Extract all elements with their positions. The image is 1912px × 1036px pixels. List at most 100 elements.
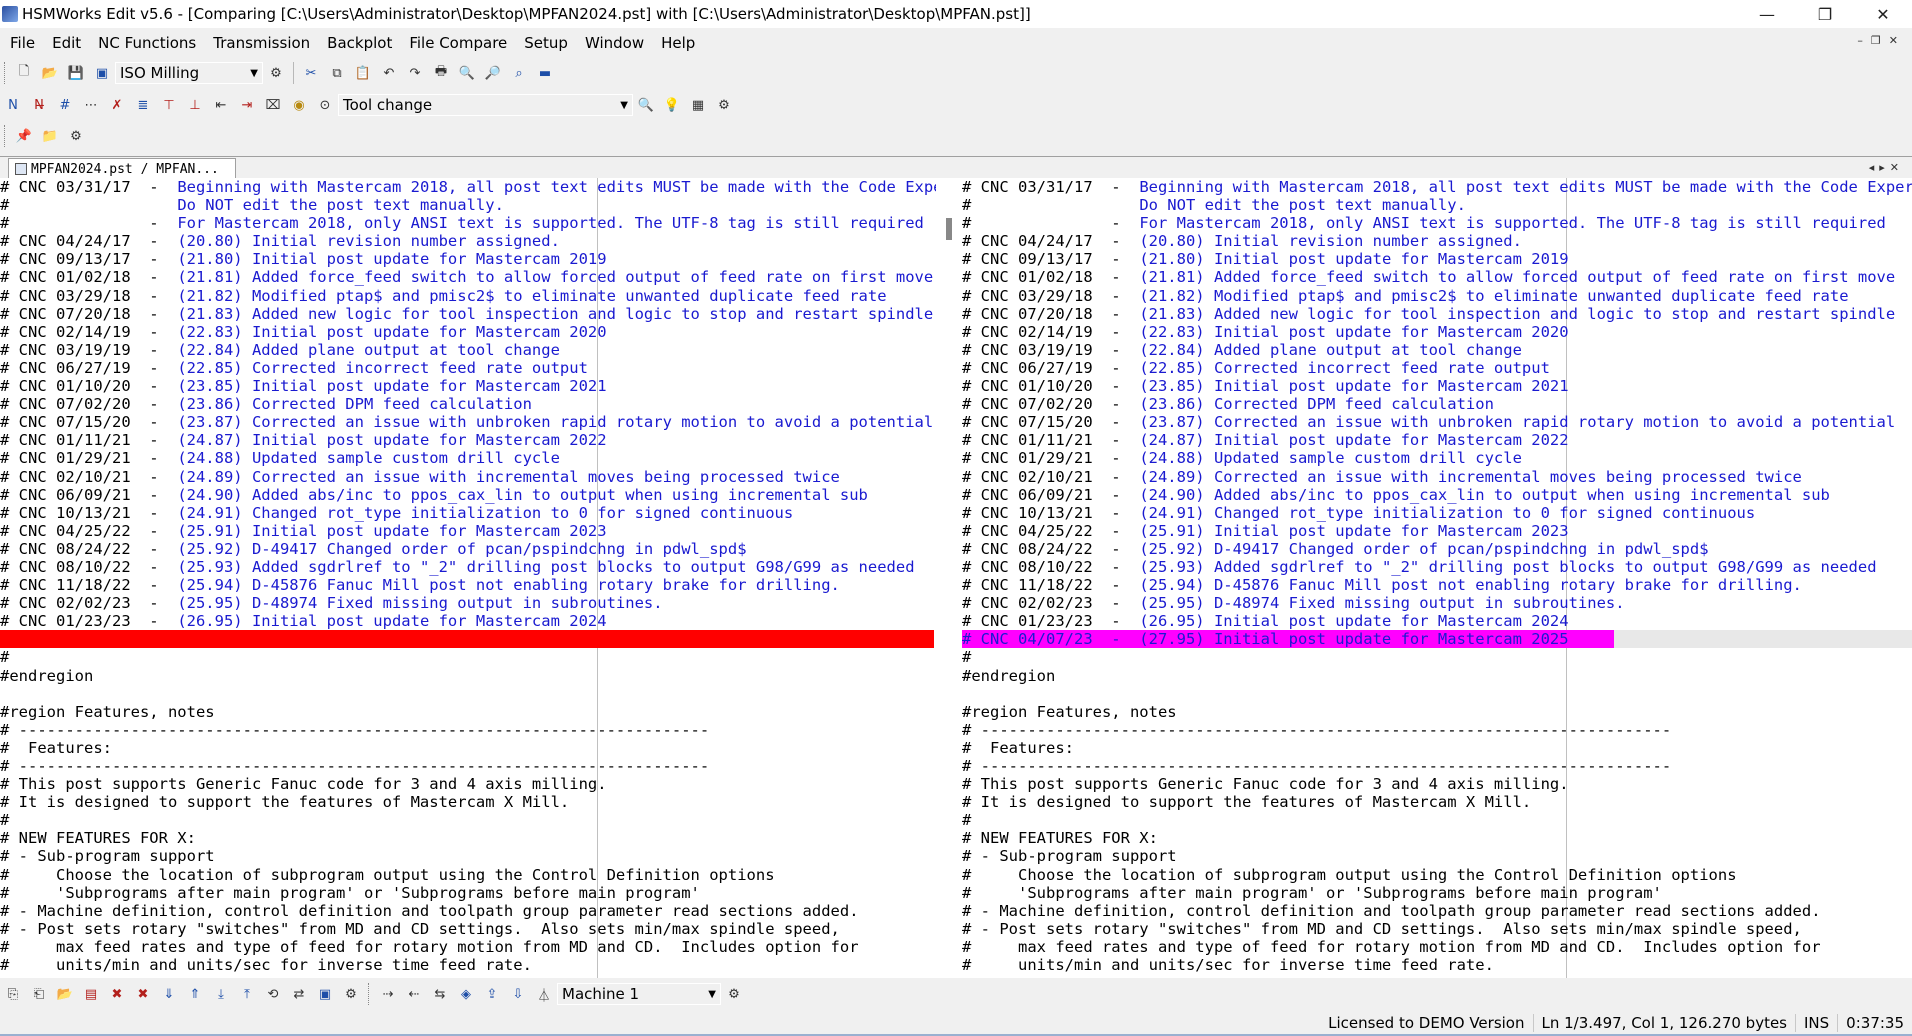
right-code-line[interactable]: # CNC 01/11/21 - (24.87) Initial post up… — [962, 431, 1912, 449]
view-icon[interactable]: ▣ — [314, 983, 336, 1005]
left-code-line[interactable]: # CNC 08/24/22 - (25.92) D-49417 Changed… — [0, 540, 936, 558]
right-code-line[interactable]: #region Features, notes — [962, 703, 1912, 721]
open-folder-icon[interactable]: 📂 — [54, 983, 76, 1005]
backplot-icon[interactable]: ◈ — [455, 983, 477, 1005]
left-code-line[interactable] — [0, 685, 936, 703]
right-code-line[interactable]: # CNC 03/29/18 - (21.82) Modified ptap$ … — [962, 287, 1912, 305]
left-code-line[interactable]: # CNC 02/14/19 - (22.83) Initial post up… — [0, 323, 936, 341]
toolbar-settings-icon[interactable]: ⚙ — [713, 94, 735, 116]
last-diff-icon[interactable]: ⤒ — [236, 983, 258, 1005]
mdi-window-controls[interactable]: –❐✕ — [1857, 34, 1906, 47]
minimize-button[interactable]: — — [1738, 0, 1796, 28]
paste-icon[interactable]: 📋 — [352, 62, 374, 84]
machine-type-select[interactable]: ISO Milling ▼ — [115, 62, 263, 84]
right-code-line[interactable]: # NEW FEATURES FOR X: — [962, 829, 1912, 847]
left-code-line[interactable]: # max feed rates and type of feed for ro… — [0, 938, 936, 956]
delete-left-icon[interactable]: ✖ — [106, 983, 128, 1005]
right-code-line[interactable]: # CNC 02/02/23 - (25.95) D-48974 Fixed m… — [962, 594, 1912, 612]
remove-blocks-icon[interactable]: ✗ — [106, 94, 128, 116]
right-code-line[interactable]: # Features: — [962, 739, 1912, 757]
right-code-line[interactable]: # - Sub-program support — [962, 847, 1912, 865]
toolbar-grip[interactable] — [4, 125, 8, 147]
save-all-icon[interactable]: ▣ — [91, 62, 113, 84]
right-code-line[interactable]: # Choose the location of subprogram outp… — [962, 866, 1912, 884]
hint-icon[interactable]: 💡 — [661, 94, 683, 116]
left-code-line[interactable]: # CNC 03/19/19 - (22.84) Added plane out… — [0, 341, 936, 359]
left-code-line[interactable]: # CNC 02/10/21 - (24.89) Corrected an is… — [0, 468, 936, 486]
right-code-line[interactable]: # — [962, 811, 1912, 829]
next-tool-icon[interactable]: ⊤ — [158, 94, 180, 116]
copy-icon[interactable]: ⧉ — [326, 62, 348, 84]
function-select[interactable]: Tool change ▼ — [338, 94, 633, 116]
menu-transmission[interactable]: Transmission — [203, 34, 317, 52]
left-code-line[interactable]: # — [0, 811, 936, 829]
bookmark-icon[interactable]: ▬ — [534, 62, 556, 84]
restore-button[interactable]: ❐ — [1796, 0, 1854, 28]
table-icon[interactable]: ▦ — [687, 94, 709, 116]
left-code-line[interactable]: # CNC 01/11/21 - (24.87) Initial post up… — [0, 431, 936, 449]
right-code-line[interactable]: # CNC 11/18/22 - (25.94) D-45876 Fanuc M… — [962, 576, 1912, 594]
folder-icon[interactable]: 📁 — [39, 125, 61, 147]
prev-tool-icon[interactable]: ⊥ — [184, 94, 206, 116]
menu-setup[interactable]: Setup — [514, 34, 575, 52]
delete-right-icon[interactable]: ✖ — [132, 983, 154, 1005]
right-code-line[interactable]: # Do NOT edit the post text manually. — [962, 196, 1912, 214]
new-file-icon[interactable]: 🗋 — [13, 62, 35, 84]
left-code-line[interactable]: # CNC 01/23/23 - (26.95) Initial post up… — [0, 612, 936, 630]
right-code-line[interactable]: # It is designed to support the features… — [962, 793, 1912, 811]
right-code-line[interactable]: # CNC 01/23/23 - (26.95) Initial post up… — [962, 612, 1912, 630]
menu-file[interactable]: File — [0, 34, 42, 52]
right-code-line[interactable]: # CNC 04/25/22 - (25.91) Initial post up… — [962, 522, 1912, 540]
format-icon[interactable]: ≣ — [132, 94, 154, 116]
left-code-line[interactable]: # This post supports Generic Fanuc code … — [0, 775, 936, 793]
right-code-line[interactable]: # - Post sets rotary "switches" from MD … — [962, 920, 1912, 938]
left-code-line[interactable]: #endregion — [0, 667, 936, 685]
machine-icon[interactable]: ⏃ — [533, 983, 555, 1005]
find-next-icon[interactable]: 🔎 — [482, 62, 504, 84]
copy-right-icon[interactable]: ⎗ — [28, 983, 50, 1005]
left-code-line[interactable]: # - For Mastercam 2018, only ANSI text i… — [0, 214, 936, 232]
left-code-line[interactable]: # It is designed to support the features… — [0, 793, 936, 811]
left-code-line[interactable]: # CNC 03/31/17 - Beginning with Masterca… — [0, 178, 936, 196]
left-code-line[interactable]: # CNC 06/09/21 - (24.90) Added abs/inc t… — [0, 486, 936, 504]
right-code-line[interactable]: # CNC 01/29/21 - (24.88) Updated sample … — [962, 449, 1912, 467]
left-code-line[interactable]: # CNC 09/13/17 - (21.80) Initial post up… — [0, 250, 936, 268]
right-code-line[interactable] — [962, 685, 1912, 703]
left-code-line[interactable]: # Choose the location of subprogram outp… — [0, 866, 936, 884]
pin-icon[interactable]: 📌 — [13, 125, 35, 147]
right-code-line[interactable]: # CNC 06/27/19 - (22.85) Corrected incor… — [962, 359, 1912, 377]
menu-nc-functions[interactable]: NC Functions — [88, 34, 203, 52]
right-code-line[interactable]: # This post supports Generic Fanuc code … — [962, 775, 1912, 793]
toolbar-grip[interactable] — [4, 62, 8, 84]
right-code-line[interactable]: # CNC 10/13/21 - (24.91) Changed rot_typ… — [962, 504, 1912, 522]
left-code-line[interactable]: # NEW FEATURES FOR X: — [0, 829, 936, 847]
transfer-icon[interactable]: ⇆ — [429, 983, 451, 1005]
menu-help[interactable]: Help — [651, 34, 702, 52]
open-file-icon[interactable]: 📂 — [39, 62, 61, 84]
menu-window[interactable]: Window — [575, 34, 651, 52]
left-code-line[interactable]: # CNC 10/13/21 - (24.91) Changed rot_typ… — [0, 504, 936, 522]
right-code-line[interactable]: # --------------------------------------… — [962, 721, 1912, 739]
compare-settings-icon[interactable]: ⚙ — [340, 983, 362, 1005]
search-function-icon[interactable]: ⊙ — [314, 94, 336, 116]
replace-icon[interactable]: ⌕ — [508, 62, 530, 84]
sync-icon[interactable]: ⟲ — [262, 983, 284, 1005]
right-code-line[interactable]: # CNC 06/09/21 - (24.90) Added abs/inc t… — [962, 486, 1912, 504]
close-button[interactable]: ✕ — [1854, 0, 1912, 28]
right-code-line[interactable]: # CNC 08/10/22 - (25.93) Added sgdrlref … — [962, 558, 1912, 576]
right-code-line[interactable]: #endregion — [962, 667, 1912, 685]
remove-spaces-icon[interactable]: ⋯ — [80, 94, 102, 116]
cross-ref-icon[interactable]: ⌧ — [262, 94, 284, 116]
machine-select[interactable]: Machine 1 ▼ — [557, 983, 721, 1005]
find-function-icon[interactable]: 🔍 — [635, 94, 657, 116]
left-code-line[interactable]: # CNC 06/27/19 - (22.85) Corrected incor… — [0, 359, 936, 377]
right-code-line[interactable]: # - For Mastercam 2018, only ANSI text i… — [962, 214, 1912, 232]
print-icon[interactable]: 🖶 — [430, 62, 452, 84]
left-code-line[interactable]: # Do NOT edit the post text manually. — [0, 196, 936, 214]
left-code-line[interactable]: # 'Subprograms after main program' or 'S… — [0, 884, 936, 902]
left-code-line[interactable]: #region Features, notes — [0, 703, 936, 721]
right-compare-pane[interactable]: # CNC 03/31/17 - Beginning with Masterca… — [962, 178, 1912, 978]
right-code-line[interactable]: # CNC 01/02/18 - (21.81) Added force_fee… — [962, 268, 1912, 286]
right-code-line[interactable]: # CNC 04/24/17 - (20.80) Initial revisio… — [962, 232, 1912, 250]
right-code-line[interactable]: # CNC 07/20/18 - (21.83) Added new logic… — [962, 305, 1912, 323]
